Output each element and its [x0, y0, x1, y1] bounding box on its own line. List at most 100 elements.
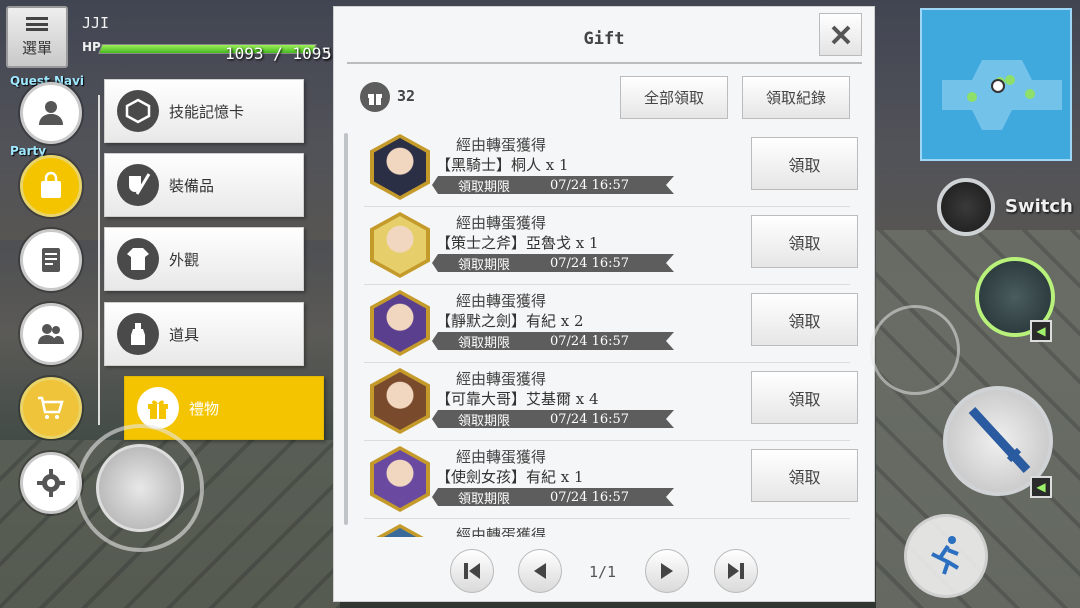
gift-source: 經由轉蛋獲得: [456, 214, 547, 232]
settings-menu-button[interactable]: [20, 452, 82, 514]
gift-source: 經由轉蛋獲得: [456, 292, 547, 310]
dialog-title: Gift: [583, 29, 625, 49]
next-page-icon: [661, 563, 673, 579]
gift-source: 經由轉蛋獲得: [456, 526, 547, 537]
main-menu-label: 選單: [21, 38, 52, 57]
pagination: 1/1: [334, 545, 874, 595]
gift-item: 【策士之斧】亞魯戈 x 1: [436, 234, 599, 252]
profile-menu-button[interactable]: [20, 82, 82, 144]
dash-button[interactable]: [904, 514, 988, 598]
gift-row: 經由轉蛋獲得【黑騎士】桐人 x 1 領取期限 07/24 16:57 領取: [364, 129, 858, 207]
expiry-ribbon: 領取期限 07/24 16:57: [432, 176, 674, 194]
prev-page-button[interactable]: [518, 549, 562, 593]
close-button[interactable]: [819, 13, 862, 56]
submenu-label: 技能記憶卡: [169, 102, 245, 121]
gift-count-icon: [360, 82, 390, 112]
expiry-ribbon: 領取期限 07/24 16:57: [432, 488, 674, 506]
character-avatar: [370, 524, 430, 537]
expiry-ribbon: 領取期限 07/24 16:57: [432, 410, 674, 428]
expiry-date: 07/24 16:57: [550, 255, 630, 271]
claim-button[interactable]: 領取: [751, 371, 858, 424]
expiry-label: 領取期限: [458, 335, 511, 351]
skill-slot-icon: ◀: [1030, 320, 1052, 342]
switch-label: Switch: [1005, 196, 1073, 217]
main-menu-button[interactable]: 選單: [6, 6, 68, 68]
submenu-memory-cards[interactable]: 技能記憶卡: [104, 79, 304, 143]
last-page-icon: [728, 563, 744, 579]
submenu-label: 道具: [169, 325, 200, 344]
character-avatar: [370, 446, 430, 512]
memory-card-icon: [117, 90, 159, 132]
player-name: JJI: [82, 14, 110, 32]
claim-button[interactable]: 領取: [751, 215, 858, 268]
shop-menu-button[interactable]: [20, 377, 82, 439]
claim-button[interactable]: 領取: [751, 137, 858, 190]
character-avatar: [370, 212, 430, 278]
submenu-costume[interactable]: 外觀: [104, 227, 304, 291]
cart-icon: [38, 396, 64, 419]
expiry-ribbon: 領取期限 07/24 16:57: [432, 254, 674, 272]
character-portrait: [374, 528, 426, 537]
character-portrait: [374, 372, 426, 430]
hp-extra: 5: [322, 44, 332, 63]
expiry-date: 07/24 16:57: [550, 177, 630, 193]
first-page-button[interactable]: [450, 549, 494, 593]
claim-history-button[interactable]: 領取紀錄: [742, 76, 850, 119]
gear-icon: [37, 469, 65, 497]
gift-source: 經由轉蛋獲得: [456, 448, 547, 466]
close-icon: [831, 25, 850, 44]
expiry-date: 07/24 16:57: [550, 489, 630, 505]
gift-source: 經由轉蛋獲得: [456, 370, 547, 388]
quest-menu-button[interactable]: [20, 229, 82, 291]
inventory-menu-button[interactable]: [20, 155, 82, 217]
submenu-items[interactable]: 道具: [104, 302, 304, 366]
gift-dialog: Gift 32 全部領取 領取紀錄 經由轉蛋獲得 【黑騎士】桐人 x 1 領取期限 0…: [333, 6, 875, 602]
submenu-label: 外觀: [169, 250, 200, 269]
switch-button[interactable]: [937, 178, 995, 236]
sword-icon: [968, 406, 1031, 474]
claim-button[interactable]: 領取: [751, 449, 858, 502]
gift-source: 經由轉蛋獲得: [456, 136, 547, 154]
gift-row: 經由轉蛋獲得【使劍女孩】有紀 x 1 領取期限 07/24 16:57 領取: [364, 441, 858, 519]
character-portrait: [374, 138, 426, 196]
movement-joystick[interactable]: [96, 444, 184, 532]
last-page-button[interactable]: [714, 549, 758, 593]
character-avatar: [370, 290, 430, 356]
gift-row: 經由轉蛋獲得: [364, 519, 850, 537]
skill-ring: [870, 305, 960, 395]
character-portrait: [374, 450, 426, 508]
submenu-connector: [98, 95, 100, 425]
character-avatar: [370, 368, 430, 434]
gift-row: 經由轉蛋獲得 【靜默之劍】有紀 x 2 領取期限 07/24 16:57 領取: [364, 285, 858, 363]
character-avatar: [370, 134, 430, 200]
submenu-equipment[interactable]: 裝備品: [104, 153, 304, 217]
expiry-label: 領取期限: [458, 413, 511, 429]
minimap[interactable]: [920, 8, 1072, 161]
claim-button[interactable]: 領取: [751, 293, 858, 346]
minimap-layout: [942, 60, 1062, 130]
sprint-icon: [931, 536, 960, 575]
claim-all-button[interactable]: 全部領取: [620, 76, 728, 119]
gift-row: 經由轉蛋獲得【策士之斧】亞魯戈 x 1 領取期限 07/24 16:57 領取: [364, 207, 858, 285]
user-icon: [39, 101, 63, 125]
character-portrait: [374, 294, 426, 352]
expiry-date: 07/24 16:57: [550, 411, 630, 427]
next-page-button[interactable]: [645, 549, 689, 593]
gift-item: 【使劍女孩】有紀 x 1: [436, 468, 584, 486]
prev-page-icon: [534, 563, 546, 579]
equipment-icon: [117, 164, 159, 206]
gift-item: 【黑騎士】桐人 x 1: [436, 156, 569, 174]
notepad-icon: [42, 248, 60, 272]
title-divider: [347, 62, 862, 64]
attack-slot-icon: ◀: [1030, 476, 1052, 498]
social-menu-button[interactable]: [20, 303, 82, 365]
shopping-bag-icon: [41, 171, 61, 198]
expiry-label: 領取期限: [458, 179, 511, 195]
expiry-label: 領取期限: [458, 257, 511, 273]
character-portrait: [374, 216, 426, 274]
first-page-icon: [464, 563, 480, 579]
gift-count: 32: [397, 87, 416, 105]
submenu-label: 禮物: [189, 399, 220, 418]
expiry-date: 07/24 16:57: [550, 333, 630, 349]
page-indicator: 1/1: [589, 563, 617, 581]
